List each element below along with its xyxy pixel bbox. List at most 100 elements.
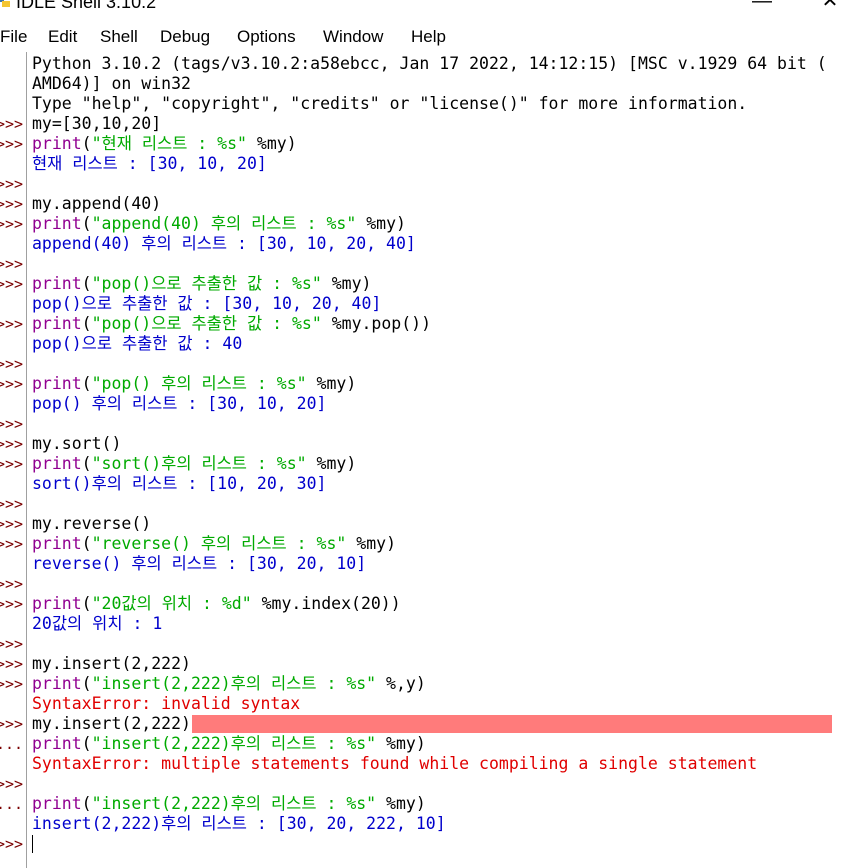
title-bar: IDLE Shell 3.10.2 — ✕: [0, 0, 859, 22]
shell-line: >>>: [0, 494, 859, 514]
shell-line: SyntaxError: multiple statements found w…: [0, 754, 859, 774]
line-text: insert(2,222)후의 리스트 : [30, 20, 222, 10]: [32, 814, 446, 833]
prompt-marker: >>>: [0, 655, 24, 673]
menu-bar: File Edit Shell Debug Options Window Hel…: [0, 24, 859, 52]
shell-line: >>>: [0, 174, 859, 194]
line-text: print("append(40) 후의 리스트 : %s" %my): [32, 214, 406, 233]
shell-line: Type "help", "copyright", "credits" or "…: [0, 94, 859, 114]
prompt-marker: >>>: [0, 175, 24, 193]
shell-line: >>> my=[30,10,20]: [0, 114, 859, 134]
prompt-marker: >>>: [0, 135, 24, 153]
prompt-marker: >>>: [0, 415, 24, 433]
shell-line: ... print("insert(2,222)후의 리스트 : %s" %my): [0, 794, 859, 814]
shell-line: 20값의 위치 : 1: [0, 614, 859, 634]
line-text: Python 3.10.2 (tags/v3.10.2:a58ebcc, Jan…: [32, 54, 827, 73]
menu-help[interactable]: Help: [411, 27, 446, 47]
shell-line: >>> print("pop() 후의 리스트 : %s" %my): [0, 374, 859, 394]
shell-line: >>> print("sort()후의 리스트 : %s" %my): [0, 454, 859, 474]
line-text: sort()후의 리스트 : [10, 20, 30]: [32, 474, 327, 493]
shell-line: Python 3.10.2 (tags/v3.10.2:a58ebcc, Jan…: [0, 54, 859, 74]
line-text: pop()으로 추출한 값 : 40: [32, 334, 243, 353]
prompt-marker: >>>: [0, 635, 24, 653]
prompt-marker: ...: [0, 795, 24, 813]
line-text: my.insert(2,222): [32, 714, 191, 733]
prompt-marker: >>>: [0, 275, 24, 293]
prompt-marker: ...: [0, 735, 24, 753]
shell-line: >>>: [0, 574, 859, 594]
line-text: SyntaxError: multiple statements found w…: [32, 754, 758, 773]
menu-options[interactable]: Options: [237, 27, 296, 47]
shell-line: >>>: [0, 834, 859, 854]
shell-line: insert(2,222)후의 리스트 : [30, 20, 222, 10]: [0, 814, 859, 834]
line-text: my.insert(2,222): [32, 654, 191, 673]
prompt-marker: >>>: [0, 515, 24, 533]
prompt-marker: >>>: [0, 435, 24, 453]
shell-line: pop() 후의 리스트 : [30, 10, 20]: [0, 394, 859, 414]
line-text: print("sort()후의 리스트 : %s" %my): [32, 454, 357, 473]
shell-line: >>> print("insert(2,222)후의 리스트 : %s" %,y): [0, 674, 859, 694]
line-text: 20값의 위치 : 1: [32, 614, 163, 633]
line-text: print("20값의 위치 : %d" %my.index(20)): [32, 594, 401, 613]
prompt-marker: >>>: [0, 595, 24, 613]
line-text: reverse() 후의 리스트 : [30, 20, 10]: [32, 554, 367, 573]
prompt-marker: >>>: [0, 495, 24, 513]
line-text: my=[30,10,20]: [32, 114, 162, 133]
shell-line: >>> print("pop()으로 추출한 값 : %s" %my): [0, 274, 859, 294]
line-text: Type "help", "copyright", "credits" or "…: [32, 94, 748, 113]
close-button[interactable]: ✕: [810, 0, 850, 12]
shell-line: 현재 리스트 : [30, 10, 20]: [0, 154, 859, 174]
shell-line: SyntaxError: invalid syntax: [0, 694, 859, 714]
menu-debug[interactable]: Debug: [160, 27, 210, 47]
shell-line: pop()으로 추출한 값 : [30, 10, 20, 40]: [0, 294, 859, 314]
shell-line: >>> print("pop()으로 추출한 값 : %s" %my.pop()): [0, 314, 859, 334]
shell-line: >>> my.append(40): [0, 194, 859, 214]
prompt-marker: >>>: [0, 455, 24, 473]
prompt-marker: >>>: [0, 775, 24, 793]
line-text: my.append(40): [32, 194, 162, 213]
line-text: my.reverse(): [32, 514, 152, 533]
line-text: print("pop()으로 추출한 값 : %s" %my): [32, 274, 372, 293]
line-text: print("현재 리스트 : %s" %my): [32, 134, 297, 153]
prompt-marker: >>>: [0, 195, 24, 213]
shell-line: >>> print("현재 리스트 : %s" %my): [0, 134, 859, 154]
menu-window[interactable]: Window: [323, 27, 383, 47]
shell-line: AMD64)] on win32: [0, 74, 859, 94]
shell-line: >>> print("reverse() 후의 리스트 : %s" %my): [0, 534, 859, 554]
prompt-marker: >>>: [0, 315, 24, 333]
line-text: print("pop()으로 추출한 값 : %s" %my.pop()): [32, 314, 432, 333]
prompt-marker: >>>: [0, 375, 24, 393]
prompt-marker: >>>: [0, 535, 24, 553]
prompt-marker: >>>: [0, 675, 24, 693]
prompt-marker: >>>: [0, 115, 24, 133]
line-text: print("insert(2,222)후의 리스트 : %s" %,y): [32, 674, 426, 693]
line-text: append(40) 후의 리스트 : [30, 10, 20, 40]: [32, 234, 416, 253]
menu-edit[interactable]: Edit: [48, 27, 77, 47]
python-icon: [0, 0, 10, 7]
shell-line: >>> print("append(40) 후의 리스트 : %s" %my): [0, 214, 859, 234]
line-text: print("insert(2,222)후의 리스트 : %s" %my): [32, 794, 426, 813]
shell-line: pop()으로 추출한 값 : 40: [0, 334, 859, 354]
window-title: IDLE Shell 3.10.2: [16, 0, 157, 12]
line-text: my.sort(): [32, 434, 122, 453]
shell-text-area[interactable]: Python 3.10.2 (tags/v3.10.2:a58ebcc, Jan…: [0, 52, 859, 868]
prompt-marker: >>>: [0, 715, 24, 733]
shell-line: >>>: [0, 414, 859, 434]
line-text: pop()으로 추출한 값 : [30, 10, 20, 40]: [32, 294, 382, 313]
shell-line: sort()후의 리스트 : [10, 20, 30]: [0, 474, 859, 494]
minimize-button[interactable]: —: [742, 0, 782, 12]
prompt-marker: >>>: [0, 215, 24, 233]
shell-line: >>>: [0, 254, 859, 274]
shell-line: reverse() 후의 리스트 : [30, 20, 10]: [0, 554, 859, 574]
shell-line: >>>: [0, 634, 859, 654]
menu-shell[interactable]: Shell: [100, 27, 138, 47]
shell-line: >>> my.insert(2,222): [0, 654, 859, 674]
line-text: AMD64)] on win32: [32, 74, 191, 93]
shell-line: ... print("insert(2,222)후의 리스트 : %s" %my): [0, 734, 859, 754]
shell-line: >>> my.sort(): [0, 434, 859, 454]
prompt-marker: >>>: [0, 835, 24, 853]
line-text: print("reverse() 후의 리스트 : %s" %my): [32, 534, 396, 553]
menu-file[interactable]: File: [0, 27, 27, 47]
shell-line: >>> my.insert(2,222): [0, 714, 859, 734]
prompt-marker: >>>: [0, 575, 24, 593]
line-text: pop() 후의 리스트 : [30, 10, 20]: [32, 394, 327, 413]
